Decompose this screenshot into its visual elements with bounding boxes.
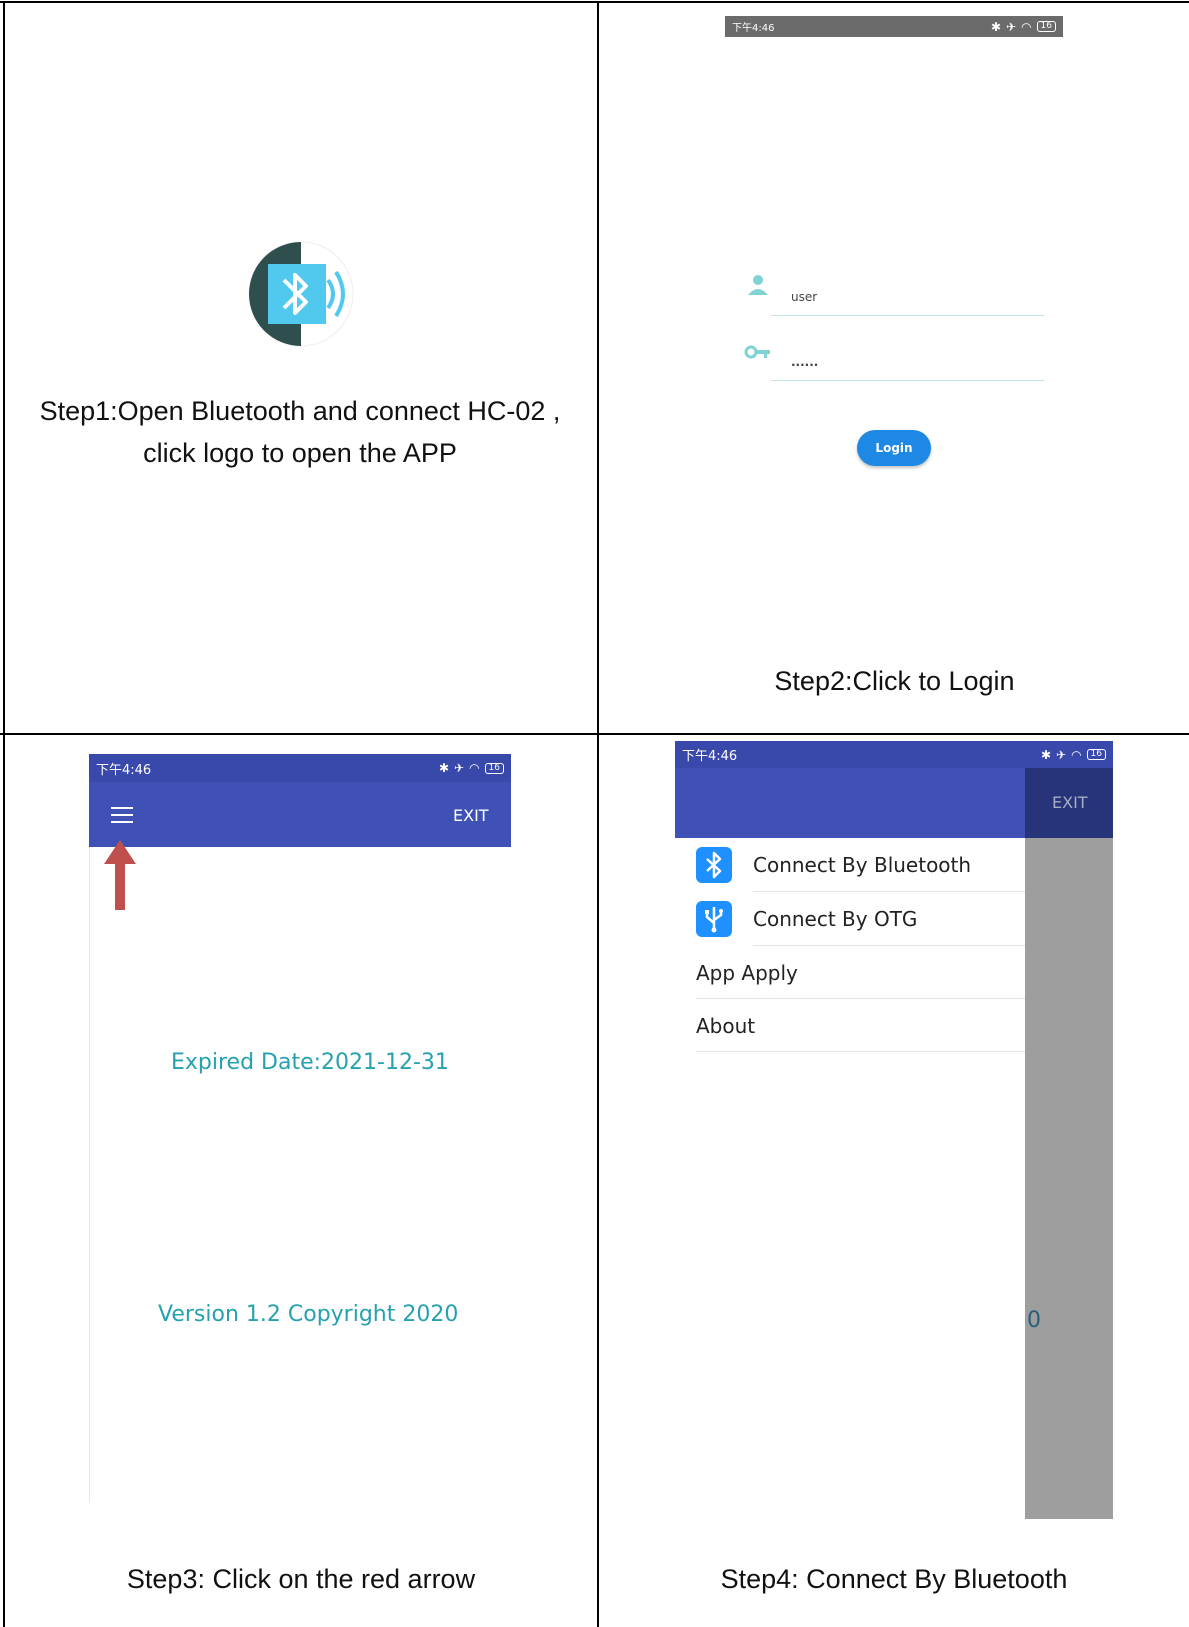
menu-icon[interactable] [111,807,133,823]
drawer-scrim[interactable] [1025,741,1113,1519]
user-icon [748,275,768,295]
battery-icon: 16 [1086,749,1106,760]
status-icons: ✱ ✈ ◠ 16 [991,20,1056,34]
drawer-item-connect-otg[interactable]: Connect By OTG [696,892,1024,946]
screen-edge [89,847,90,1503]
table-border-center [597,1,599,1627]
table-border-top [0,1,1189,3]
bluetooth-status-icon: ✱ [438,761,449,775]
status-bar: 下午4:46 ✱ ✈ ◠ 16 [675,741,1113,768]
username-field[interactable]: user [771,290,1044,316]
table-border-middle [0,733,1189,735]
status-icons: ✱ ✈ ◠ 16 [1041,748,1106,762]
drawer-divider [696,1051,1025,1052]
drawer-item-label: App Apply [696,961,798,985]
password-value: ...... [791,355,819,369]
status-time: 下午4:46 [682,749,738,764]
airplane-icon: ✈ [1006,19,1017,34]
key-icon [744,345,770,359]
step4-caption: Step4: Connect By Bluetooth [720,1564,1068,1594]
username-value: user [791,290,818,304]
app-bar: 下午4:46 ✱ ✈ ◠ 16 EXIT [89,754,511,847]
login-button[interactable]: Login [857,430,931,466]
exit-button[interactable]: EXIT [1052,793,1088,812]
usb-icon [696,901,732,937]
status-bar: 下午4:46 ✱ ✈ ◠ 16 [89,754,511,782]
version-text: Version 1.2 Copyright 2020 [158,1302,459,1327]
wifi-icon: ◠ [469,761,480,775]
table-border-left [3,1,5,1627]
bluetooth-status-icon: ✱ [1040,747,1051,762]
step2-caption: Step2:Click to Login [774,666,1015,696]
status-icons: ✱ ✈ ◠ 16 [439,761,504,775]
password-field[interactable]: ...... [771,355,1044,381]
wifi-icon: ◠ [1071,747,1082,762]
bluetooth-icon [696,847,732,883]
drawer-item-label: Connect By OTG [753,907,918,931]
airplane-icon: ✈ [1056,747,1067,762]
partial-value: 0 [1027,1308,1041,1333]
drawer-item-about[interactable]: About [696,999,1024,1053]
airplane-icon: ✈ [454,761,465,775]
step1-caption-line2: click logo to open the APP [143,438,457,468]
status-bar: 下午4:46 ✱ ✈ ◠ 16 [725,16,1063,37]
step3-caption: Step3: Click on the red arrow [126,1564,476,1594]
battery-icon: 16 [1036,21,1056,32]
expired-date: Expired Date:2021-12-31 [171,1050,449,1075]
drawer-item-app-apply[interactable]: App Apply [696,946,1024,1000]
drawer-item-connect-bluetooth[interactable]: Connect By Bluetooth [696,838,1024,892]
red-arrow-icon [104,840,136,910]
drawer-item-label: About [696,1014,756,1038]
exit-button[interactable]: EXIT [453,806,489,825]
drawer-item-label: Connect By Bluetooth [753,853,972,877]
bluetooth-status-icon: ✱ [990,19,1001,34]
status-time: 下午4:46 [732,23,775,34]
app-logo-icon[interactable] [248,240,358,348]
step1-caption-line1: Step1:Open Bluetooth and connect HC-02 , [39,396,561,426]
battery-icon: 16 [484,762,504,774]
wifi-icon: ◠ [1021,19,1032,34]
status-time: 下午4:46 [96,762,152,778]
